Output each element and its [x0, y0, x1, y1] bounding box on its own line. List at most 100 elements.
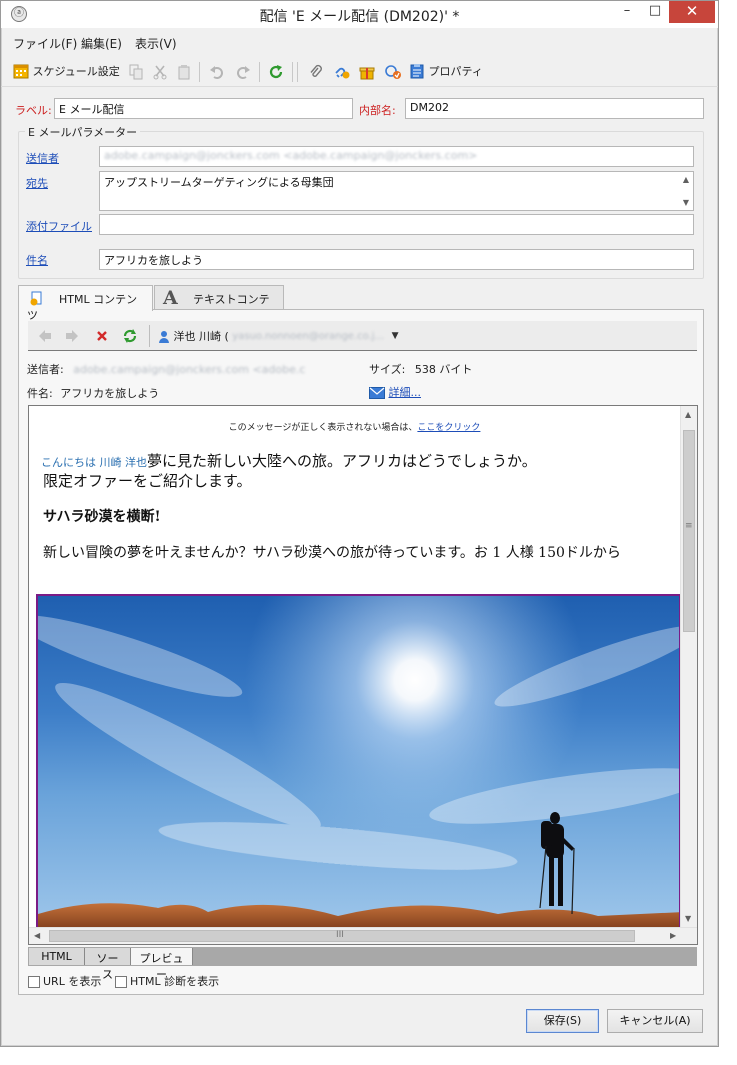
preview-subject-value: アフリカを旅しよう [60, 387, 160, 400]
window-title: 配信 'E メール配信 (DM202)' * [259, 9, 460, 25]
cancel-button[interactable]: キャンセル(A) [607, 1009, 703, 1033]
preview-subject-row: 件名: アフリカを旅しよう [27, 385, 159, 401]
email-delivery-window: ⓐ 配信 'E メール配信 (DM202)' * – □ ✕ ファイル(F) 編… [0, 0, 719, 1047]
menu-edit[interactable]: 編集(E) [81, 35, 122, 52]
properties-label: プロパティ [428, 65, 483, 78]
show-html-diagnosis-option[interactable]: HTML 診断を表示 [115, 973, 219, 989]
sender-link[interactable]: 送信者 [26, 150, 59, 166]
validation-icon[interactable] [384, 63, 402, 81]
preview-vertical-scrollbar[interactable]: ▲ ≡ ▼ [680, 406, 697, 928]
email-headline: サハラ砂漠を横断! [43, 509, 161, 525]
email-parameters-title: E メールパラメーター [25, 124, 141, 140]
attachment-field[interactable] [99, 214, 694, 235]
horizontal-scroll-grip: III [336, 930, 344, 940]
minimize-button[interactable]: – [613, 1, 641, 23]
recipient-value: アップストリームターゲティングによる母集団 [104, 176, 334, 189]
subject-link[interactable]: 件名 [26, 252, 48, 268]
back-icon[interactable] [38, 329, 52, 343]
greeting-line: こんにちは 川崎 洋也夢に見た新しい大陸への旅。アフリカはどうでしょうか。 [41, 450, 537, 471]
cut-icon[interactable] [153, 63, 167, 81]
recipient-scroll-up-icon[interactable]: ▲ [683, 175, 689, 185]
size-caption: サイズ: [369, 363, 406, 376]
calendar-icon [13, 64, 29, 79]
preview-sender-row: 送信者: adobe.campaign@jonckers.com <adobe.… [27, 361, 305, 377]
preview-sender-caption: 送信者: [27, 363, 64, 376]
forward-icon[interactable] [65, 329, 79, 343]
envelope-icon [369, 387, 385, 399]
desert-hero-image [36, 594, 681, 930]
tab-html-content[interactable]: HTML コンテンツ [18, 285, 153, 322]
tab-mode-source[interactable]: ソース [85, 948, 131, 981]
view-online-link[interactable]: ここをクリック [417, 423, 480, 433]
view-mode-tabs: HTML ソース プレビュー [28, 947, 697, 981]
desert-hiker-image [38, 596, 679, 928]
close-button[interactable]: ✕ [669, 1, 715, 23]
link-icon[interactable] [333, 63, 351, 81]
horizontal-scroll-thumb[interactable]: III [49, 930, 635, 942]
copy-icon[interactable] [129, 63, 143, 81]
label-field[interactable]: E メール配信 [54, 98, 353, 119]
greeting-text: 夢に見た新しい大陸への旅。アフリカはどうでしょうか。 [147, 452, 537, 470]
toolbar: スケジュール設定 プロパティ [1, 57, 718, 87]
scroll-right-arrow-icon[interactable]: ▶ [670, 931, 676, 941]
text-a-icon: A [163, 287, 178, 309]
refresh-preview-icon[interactable] [122, 328, 138, 344]
menu-view[interactable]: 表示(V) [135, 35, 177, 52]
vertical-scroll-thumb[interactable]: ≡ [683, 430, 695, 632]
menu-file[interactable]: ファイル(F) [13, 35, 77, 52]
recipient-link[interactable]: 宛先 [26, 175, 48, 191]
view-online-text: このメッセージが正しく表示されない場合は、 [228, 423, 418, 433]
maximize-button[interactable]: □ [641, 1, 669, 23]
recipient-email: yasuo.nonnoen@orange.co.j... [232, 330, 385, 342]
email-body-text: 新しい冒険の夢を叶えませんか？サハラ砂漠への旅が待っています。お 1 人様 15… [43, 545, 621, 561]
preview-horizontal-scrollbar[interactable]: ◀ III ▶ [29, 927, 697, 944]
show-url-checkbox[interactable] [28, 976, 40, 988]
preview-subject-caption: 件名: [27, 387, 53, 400]
tab-mode-preview[interactable]: プレビュー [131, 948, 193, 981]
label-caption: ラベル: [15, 104, 52, 117]
details-link[interactable]: 詳細... [389, 386, 422, 399]
show-url-label: URL を表示 [43, 975, 102, 988]
recipient-name: 洋也 川崎 ( [173, 330, 229, 343]
view-online-notice: このメッセージが正しく表示されない場合は、ここをクリック [29, 420, 680, 433]
sender-value: adobe.campaign@jonckers.com <adobe.campa… [104, 149, 478, 162]
user-icon [159, 330, 169, 343]
undo-icon[interactable] [209, 63, 225, 81]
html-doc-icon [30, 291, 42, 306]
recipient-scroll-down-icon[interactable]: ▼ [683, 198, 689, 208]
attachment-icon[interactable] [308, 63, 324, 81]
subject-field[interactable]: アフリカを旅しよう [99, 249, 694, 270]
show-html-diagnosis-label: HTML 診断を表示 [130, 975, 220, 988]
title-bar: ⓐ 配信 'E メール配信 (DM202)' * – □ ✕ [1, 1, 718, 28]
gift-icon[interactable] [359, 63, 375, 81]
offer-line: 限定オファーをご紹介します。 [43, 472, 252, 490]
save-button[interactable]: 保存(S) [526, 1009, 599, 1033]
schedule-label: スケジュール設定 [32, 65, 120, 78]
show-url-option[interactable]: URL を表示 [28, 973, 101, 989]
vertical-scroll-grip: ≡ [685, 521, 693, 531]
scroll-down-arrow-icon[interactable]: ▼ [685, 914, 691, 924]
scroll-left-arrow-icon[interactable]: ◀ [34, 931, 40, 941]
internal-name-caption: 内部名: [359, 104, 396, 117]
internal-name-field[interactable]: DM202 [405, 98, 704, 119]
recipient-field[interactable]: アップストリームターゲティングによる母集団 ▲ ▼ [99, 171, 694, 211]
scroll-up-arrow-icon[interactable]: ▲ [685, 410, 691, 420]
paste-icon[interactable] [177, 63, 191, 81]
refresh-icon[interactable] [268, 63, 284, 81]
chevron-down-icon[interactable]: ▼ [392, 331, 399, 341]
details-link-row[interactable]: 詳細... [369, 384, 421, 400]
sender-field[interactable]: adobe.campaign@jonckers.com <adobe.campa… [99, 146, 694, 167]
redo-icon[interactable] [235, 63, 251, 81]
menu-bar: ファイル(F) 編集(E) 表示(V) [1, 29, 718, 55]
attachment-link[interactable]: 添付ファイル [26, 218, 92, 234]
recipient-selector[interactable]: 洋也 川崎 ( yasuo.nonnoen@orange.co.j... ▼ [158, 328, 398, 344]
schedule-button[interactable]: スケジュール設定 [13, 63, 120, 81]
show-html-diagnosis-checkbox[interactable] [115, 976, 127, 988]
tab-mode-html[interactable]: HTML [29, 948, 85, 965]
greeting-personalization: こんにちは 川崎 洋也 [41, 456, 147, 469]
preview-nav-bar: 洋也 川崎 ( yasuo.nonnoen@orange.co.j... ▼ [28, 321, 697, 351]
tab-text-content[interactable]: A テキストコンテンツ [154, 285, 284, 322]
delete-icon[interactable] [96, 330, 108, 342]
preview-size-row: サイズ: 538 バイト [369, 361, 472, 377]
properties-button[interactable]: プロパティ [409, 63, 483, 81]
